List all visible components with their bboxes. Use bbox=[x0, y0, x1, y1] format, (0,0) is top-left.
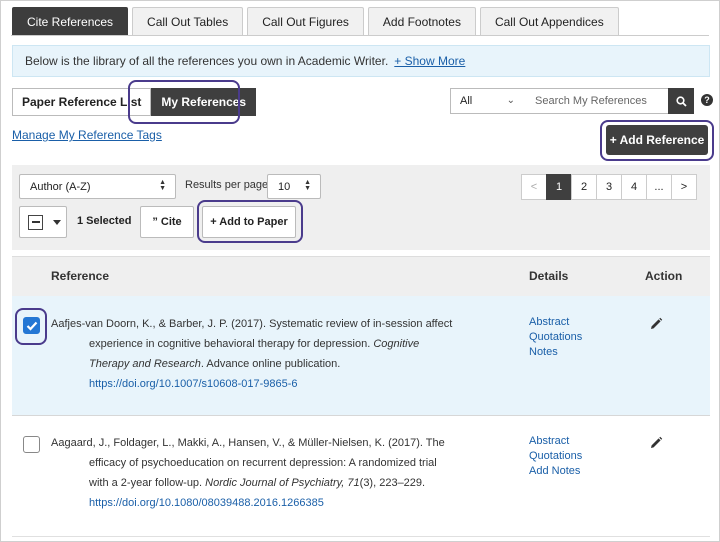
doi-link[interactable]: https://doi.org/10.1007/s10608-017-9865-… bbox=[51, 374, 521, 394]
notes-link[interactable]: Notes bbox=[529, 345, 582, 360]
updown-icon: ▲ ▼ bbox=[159, 179, 166, 192]
sort-value: Author (A-Z) bbox=[30, 180, 91, 193]
citation-line: experience in cognitive behavioral thera… bbox=[89, 338, 420, 350]
search-input[interactable] bbox=[525, 88, 669, 114]
info-banner: Below is the library of all the referenc… bbox=[12, 45, 710, 77]
search-filter-value: All bbox=[460, 95, 473, 107]
reference-citation: Aafjes-van Doorn, K., & Barber, J. P. (2… bbox=[51, 314, 521, 394]
citation-line: with a 2-year follow-up. Nordic Journal … bbox=[89, 477, 426, 489]
bulk-select-dropdown[interactable] bbox=[19, 206, 67, 238]
doi-link[interactable]: https://doi.org/10.1080/08039488.2016.12… bbox=[51, 493, 521, 513]
next-page-button[interactable]: > bbox=[671, 174, 697, 200]
tab-cite-references[interactable]: Cite References bbox=[12, 7, 129, 35]
paper-reference-list-button[interactable]: Paper Reference List bbox=[12, 88, 152, 116]
manage-reference-tags-link[interactable]: Manage My Reference Tags bbox=[12, 128, 162, 142]
updown-icon: ▲ ▼ bbox=[304, 179, 311, 192]
tab-call-out-figures[interactable]: Call Out Figures bbox=[247, 7, 364, 35]
tab-add-footnotes[interactable]: Add Footnotes bbox=[367, 7, 476, 35]
abstract-link[interactable]: Abstract bbox=[529, 315, 582, 330]
tab-call-out-tables[interactable]: Call Out Tables bbox=[132, 7, 244, 35]
column-header-action: Action bbox=[645, 269, 683, 283]
results-per-page-select[interactable]: 10 ▲ ▼ bbox=[267, 174, 321, 199]
edit-pencil-icon[interactable] bbox=[649, 317, 663, 331]
abstract-link[interactable]: Abstract bbox=[529, 434, 582, 449]
show-more-link[interactable]: + Show More bbox=[394, 54, 465, 68]
caret-down-icon bbox=[53, 219, 61, 225]
search-filter-select[interactable]: All ⌄ bbox=[450, 88, 526, 114]
indeterminate-checkbox-icon bbox=[28, 214, 43, 230]
column-header-details: Details bbox=[529, 269, 569, 283]
app-frame: Cite References Call Out Tables Call Out… bbox=[0, 0, 720, 542]
page-1-button[interactable]: 1 bbox=[546, 174, 572, 200]
quotations-link[interactable]: Quotations bbox=[529, 449, 582, 464]
add-reference-button[interactable]: + Add Reference bbox=[606, 125, 708, 155]
page-4-button[interactable]: 4 bbox=[621, 174, 647, 200]
tab-call-out-appendices[interactable]: Call Out Appendices bbox=[479, 7, 619, 35]
selected-count: 1 Selected bbox=[77, 215, 132, 227]
quotations-link[interactable]: Quotations bbox=[529, 330, 582, 345]
page-3-button[interactable]: 3 bbox=[596, 174, 622, 200]
edit-pencil-icon[interactable] bbox=[649, 436, 663, 450]
my-references-button[interactable]: My References bbox=[151, 88, 257, 116]
page-2-button[interactable]: 2 bbox=[571, 174, 597, 200]
row-checkbox[interactable] bbox=[23, 317, 40, 334]
chevron-down-icon: ⌄ bbox=[506, 95, 515, 106]
cite-button[interactable]: ” Cite bbox=[140, 206, 194, 238]
column-header-reference: Reference bbox=[51, 269, 110, 283]
results-per-page-label: Results per page bbox=[185, 179, 269, 191]
pagination: < 1 2 3 4 ... > bbox=[521, 174, 697, 200]
search-button[interactable] bbox=[668, 88, 694, 114]
citation-line: Aagaard, J., Foldager, L., Makki, A., Ha… bbox=[51, 437, 445, 449]
checkmark-icon bbox=[26, 321, 37, 331]
results-per-page-value: 10 bbox=[278, 180, 291, 193]
add-to-paper-button[interactable]: + Add to Paper bbox=[202, 206, 296, 238]
reference-view-toggle: Paper Reference List My References bbox=[12, 88, 257, 116]
reference-citation: Aagaard, J., Foldager, L., Makki, A., Ha… bbox=[51, 433, 521, 513]
tab-bar: Cite References Call Out Tables Call Out… bbox=[12, 7, 619, 35]
tab-divider bbox=[11, 35, 709, 36]
search-icon bbox=[675, 95, 687, 107]
row-checkbox[interactable] bbox=[23, 436, 40, 453]
add-notes-link[interactable]: Add Notes bbox=[529, 464, 582, 479]
citation-line: Therapy and Research. Advance online pub… bbox=[89, 358, 341, 370]
citation-line: efficacy of psychoeducation on recurrent… bbox=[89, 457, 437, 469]
page-ellipsis: ... bbox=[646, 174, 672, 200]
details-links: Abstract Quotations Notes bbox=[529, 315, 582, 360]
citation-line: Aafjes-van Doorn, K., & Barber, J. P. (2… bbox=[51, 318, 453, 330]
banner-text: Below is the library of all the referenc… bbox=[25, 54, 389, 68]
prev-page-button[interactable]: < bbox=[521, 174, 547, 200]
table-header bbox=[12, 256, 710, 296]
help-icon[interactable]: ? bbox=[701, 94, 713, 106]
details-links: Abstract Quotations Add Notes bbox=[529, 434, 582, 479]
sort-select[interactable]: Author (A-Z) ▲ ▼ bbox=[19, 174, 176, 199]
